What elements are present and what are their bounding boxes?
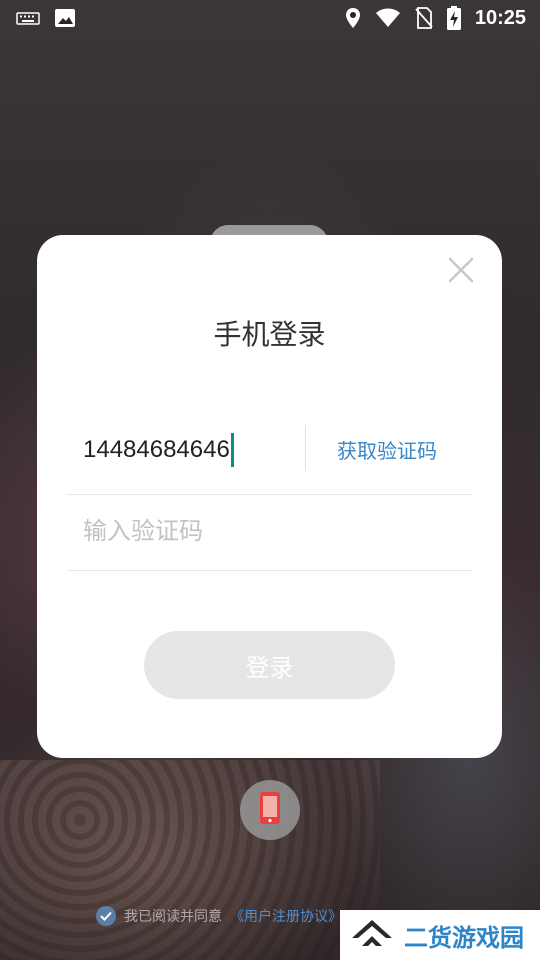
no-sim-icon: [415, 7, 433, 29]
user-agreement-link[interactable]: 《用户注册协议》: [230, 906, 342, 926]
wifi-icon: [375, 8, 401, 28]
agreement-row: 我已阅读并同意 《用户注册协议》: [96, 904, 342, 928]
phone-number-value: 14484684646: [83, 436, 230, 463]
agreement-text: 我已阅读并同意: [124, 909, 222, 925]
agreement-checkbox[interactable]: [96, 906, 116, 926]
location-icon: [345, 7, 361, 29]
phone-login-button[interactable]: [240, 780, 300, 840]
login-button[interactable]: 登录: [144, 631, 395, 699]
site-watermark: 二货游戏园: [340, 910, 540, 960]
check-icon: [100, 911, 112, 921]
watermark-logo-icon: [350, 916, 394, 954]
status-bar-left: [16, 8, 76, 28]
background-scarf-pattern: [0, 760, 380, 960]
image-icon: [54, 8, 76, 28]
phone-number-field[interactable]: 14484684646: [83, 433, 234, 467]
dialog-title: 手机登录: [213, 318, 326, 351]
keyboard-icon: [16, 10, 40, 26]
status-time: 10:25: [474, 6, 526, 29]
get-code-button[interactable]: 获取验证码: [337, 435, 437, 464]
vertical-divider: [305, 425, 306, 471]
phone-login-dialog: 手机登录 14484684646 获取验证码 登录: [37, 235, 502, 758]
status-bar: 10:25: [0, 0, 540, 36]
close-button[interactable]: [446, 257, 476, 287]
mobile-phone-icon: [259, 791, 281, 829]
watermark-text: 二货游戏园: [404, 923, 524, 952]
verification-code-row: [67, 495, 472, 571]
phone-number-row: 14484684646 获取验证码: [67, 415, 472, 495]
battery-charging-icon: [446, 6, 461, 30]
status-bar-right: 10:25: [345, 6, 526, 30]
verification-code-input[interactable]: [83, 517, 383, 545]
text-caret: [230, 433, 234, 467]
close-icon: [447, 256, 475, 288]
